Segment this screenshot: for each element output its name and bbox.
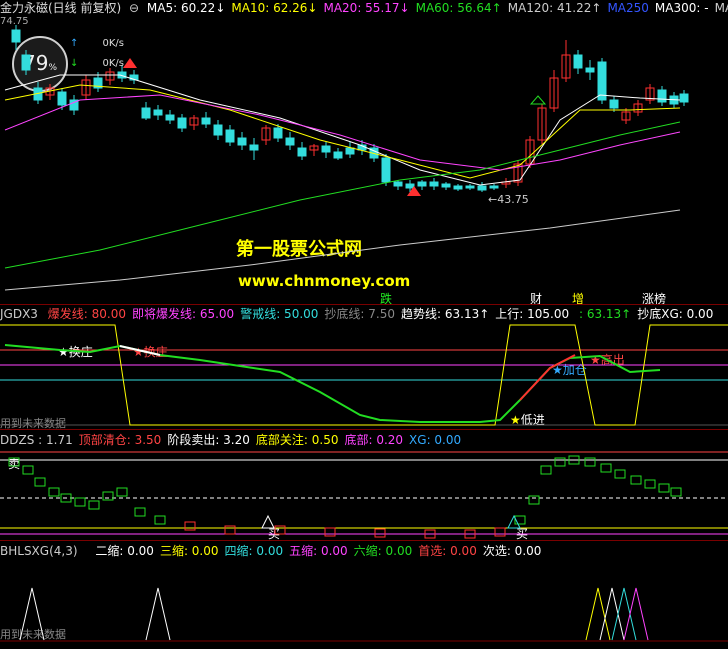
candle-body [597,61,607,101]
candle-body [213,124,223,136]
candle-body [225,129,235,143]
ddzs-bar [600,463,612,473]
candle-body [573,54,583,69]
ma10-line [4,84,681,179]
chart-canvas[interactable] [0,0,728,649]
ddzs-bar [630,475,642,485]
sell-arrow-icon [529,95,547,105]
candle-body [465,185,475,189]
candle-body [417,181,427,187]
candle-body [249,144,259,151]
candle-body [297,147,307,157]
ddzs-bar [644,479,656,489]
ddzs-bar [34,477,46,487]
ddzs-bar [48,487,60,497]
ddzs-bar [274,525,286,535]
trend-line-segment [519,354,576,401]
candle-body [453,185,463,190]
ma20-line [4,94,681,171]
ddzs-bar [374,528,386,538]
candle-body [429,181,439,187]
candle-body [237,137,247,146]
ddzs-bar [554,457,566,467]
shrink-signal-peak [623,587,649,641]
buy-marker-icon [261,514,275,529]
ddzs-bar [8,457,20,467]
shrink-signal-peak [611,587,637,641]
trend-line [4,344,661,423]
ddzs-bar [494,527,506,537]
ddzs-bar [116,487,128,497]
candle-body [153,109,163,116]
candle-body [345,147,355,155]
candle-body [321,145,331,153]
ddzs-bar [324,527,336,537]
candle-body [489,185,499,189]
ddzs-bar [22,465,34,475]
ddzs-bar [224,525,236,535]
candle-body [381,157,391,183]
candle-body [21,54,31,71]
candle-body [273,127,283,139]
ddzs-bar [540,465,552,475]
candle-body [177,117,187,129]
candle-body [679,93,689,103]
ma60-line [4,121,681,269]
ddzs-bar [134,507,146,517]
ddzs-bar [670,487,682,497]
candle-body [285,137,295,146]
ddzs-bar [528,495,540,505]
ddzs-bar [154,515,166,525]
ddzs-bar [102,491,114,501]
candle-body [11,29,21,43]
ddzs-bar [584,457,596,467]
candle-body [609,99,619,109]
candle-body [405,183,415,189]
shrink-signal-peak [19,587,45,641]
up-trend-line [0,324,728,426]
ddzs-bar [88,500,100,510]
ddzs-bar [658,483,670,493]
candle-body [141,107,151,119]
candle-body [165,114,175,121]
buy-arrow-icon [123,58,137,68]
candle-body [657,89,667,103]
ddzs-bar [184,521,196,531]
candle-body [585,67,595,73]
ma120-line [4,209,681,291]
buy-marker-icon [507,514,521,529]
ddzs-bar [614,469,626,479]
candle-body [57,91,67,106]
candle-body [477,185,487,191]
shrink-signal-peak [145,587,171,641]
candle-body [441,183,451,188]
ddzs-bar [74,497,86,507]
candle-body [201,117,211,125]
ma5-line [4,74,681,186]
candle-body [333,151,343,159]
candle-body [393,181,403,187]
